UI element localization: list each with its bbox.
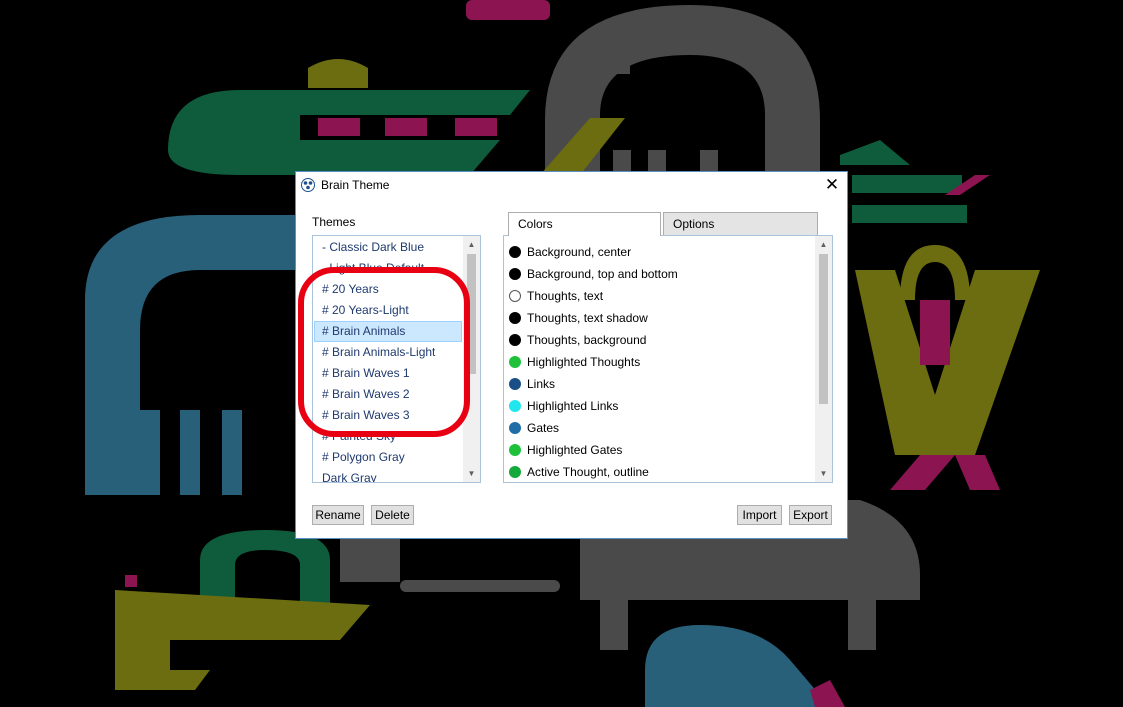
color-item-label: Active Thought, outline [527,465,649,479]
color-list-item[interactable]: Thoughts, text shadow [509,307,809,329]
color-swatch-icon [509,246,521,258]
color-item-label: Highlighted Gates [527,443,623,457]
themes-scrollbar[interactable]: ▲ ▼ [463,236,480,482]
color-swatch-icon [509,400,521,412]
color-item-label: Background, top and bottom [527,267,678,281]
color-swatch-icon [509,444,521,456]
tab-options[interactable]: Options [663,212,818,235]
title-bar[interactable]: Brain Theme ✕ [296,172,847,198]
tab-colors[interactable]: Colors [508,212,661,236]
theme-list-item[interactable]: # Brain Waves 3 [314,405,462,426]
color-list-item[interactable]: Background, top and bottom [509,263,809,285]
color-swatch-icon [509,356,521,368]
theme-list-item[interactable]: # 20 Years [314,279,462,300]
theme-list-item[interactable]: # Polygon Gray [314,447,462,468]
themes-list[interactable]: - Classic Dark Blue - Light Blue Default #… [312,235,481,483]
themes-list-items: - Classic Dark Blue - Light Blue Default #… [314,237,462,482]
theme-list-item[interactable]: # Brain Animals [314,321,462,342]
scroll-down-icon[interactable]: ▼ [463,465,480,482]
color-item-label: Highlighted Thoughts [527,355,641,369]
colors-list[interactable]: Background, center Background, top and bo… [503,235,833,483]
color-swatch-icon [509,466,521,478]
color-list-item[interactable]: Highlighted Gates [509,439,809,461]
close-icon[interactable]: ✕ [817,172,847,198]
brain-theme-dialog: Brain Theme ✕ Themes - Classic Dark Blue… [295,171,848,539]
color-swatch-icon [509,422,521,434]
color-swatch-icon [509,378,521,390]
scroll-thumb[interactable] [467,254,476,374]
theme-list-item[interactable]: # Brain Waves 2 [314,384,462,405]
theme-list-item[interactable]: # Brain Animals-Light [314,342,462,363]
theme-list-item[interactable]: # Painted Sky [314,426,462,447]
color-item-label: Thoughts, text [527,289,604,303]
color-list-item[interactable]: Highlighted Links [509,395,809,417]
colors-scrollbar[interactable]: ▲ ▼ [815,236,832,482]
scroll-thumb[interactable] [819,254,828,404]
theme-list-item[interactable]: - Classic Dark Blue [314,237,462,258]
scroll-up-icon[interactable]: ▲ [815,236,832,253]
brain-app-icon [301,178,315,192]
export-button[interactable]: Export [789,505,832,525]
color-list-item[interactable]: Thoughts, background [509,329,809,351]
color-item-label: Background, center [527,245,632,259]
color-swatch-icon [509,312,521,324]
color-list-item[interactable]: Thoughts, text [509,285,809,307]
color-item-label: Highlighted Links [527,399,619,413]
color-item-label: Gates [527,421,560,435]
color-swatch-icon [509,268,521,280]
scroll-down-icon[interactable]: ▼ [815,465,832,482]
scroll-up-icon[interactable]: ▲ [463,236,480,253]
theme-list-item[interactable]: # 20 Years-Light [314,300,462,321]
color-list-item[interactable]: Background, center [509,241,809,263]
delete-button[interactable]: Delete [371,505,414,525]
colors-list-items: Background, center Background, top and bo… [509,241,809,482]
themes-label: Themes [312,215,356,229]
color-item-label: Thoughts, background [527,333,647,347]
color-item-label: Thoughts, text shadow [527,311,648,325]
color-list-item[interactable]: Active Thought, outline [509,461,809,482]
import-button[interactable]: Import [737,505,782,525]
theme-list-item[interactable]: Dark Gray [314,468,462,482]
color-swatch-icon [509,334,521,346]
color-item-label: Links [527,377,556,391]
theme-list-item[interactable]: - Light Blue Default [314,258,462,279]
rename-button[interactable]: Rename [312,505,364,525]
window-title: Brain Theme [321,178,390,192]
theme-list-item[interactable]: # Brain Waves 1 [314,363,462,384]
color-list-item[interactable]: Highlighted Thoughts [509,351,809,373]
color-list-item[interactable]: Gates [509,417,809,439]
color-list-item[interactable]: Links [509,373,809,395]
color-swatch-icon [509,290,521,302]
